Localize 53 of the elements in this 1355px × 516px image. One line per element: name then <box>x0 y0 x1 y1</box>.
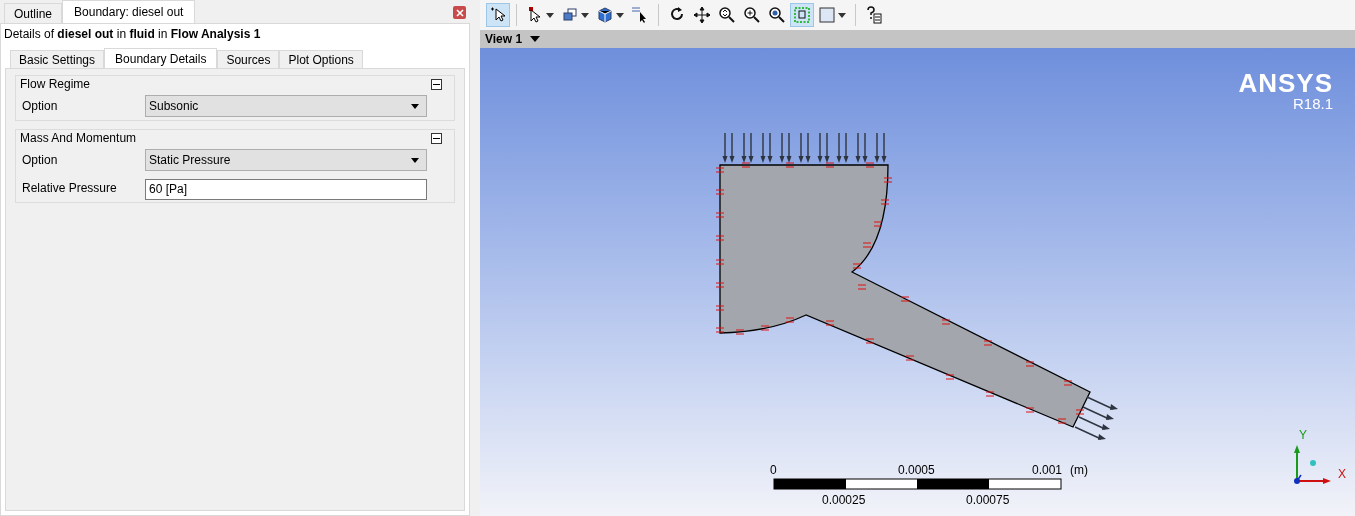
axis-triad-drawing <box>1294 445 1331 484</box>
collapse-button[interactable] <box>431 78 442 90</box>
caret-icon <box>838 12 846 18</box>
logo-text: ANSYS <box>1238 70 1333 96</box>
x-axis-label: X <box>1338 466 1346 483</box>
magnifier-icon <box>718 6 736 24</box>
scale-label: 0.00025 <box>822 492 866 509</box>
scale-label: 0.00075 <box>966 492 1010 509</box>
scale-label: 0.001 <box>1032 462 1063 479</box>
select-cursor-icon <box>489 6 507 24</box>
pressure-input-field[interactable]: 60 [Pa] <box>145 178 427 200</box>
field-label: Relative Pressure <box>22 180 118 197</box>
fit-frame-icon <box>793 6 811 24</box>
cube-icon <box>596 6 614 24</box>
scale-bar-segment <box>774 479 846 489</box>
version-label: R18.1 <box>1292 96 1333 111</box>
caret-icon <box>530 36 541 42</box>
caret-icon <box>546 12 554 18</box>
scale-label: 0 <box>770 462 777 479</box>
caret-icon <box>411 157 419 163</box>
option-dropdown[interactable]: Static Pressure <box>145 149 427 171</box>
view-title: View 1 <box>485 31 523 48</box>
caret-icon <box>581 12 589 18</box>
panel-tab[interactable]: Boundary: diesel out <box>62 0 196 23</box>
close-icon <box>455 8 464 17</box>
magnifier-icon <box>768 6 786 24</box>
magnifier-icon <box>743 6 761 24</box>
group-title: Flow Regime <box>20 76 91 93</box>
toolbar-button[interactable] <box>486 3 510 27</box>
caret-icon <box>616 12 624 18</box>
scale-label: 0.0005 <box>898 462 935 479</box>
field-label: Option <box>22 152 59 169</box>
details-tab[interactable]: Boundary Details <box>104 48 218 68</box>
square-icon <box>818 6 836 24</box>
outlet-arrows-drawing <box>1074 396 1118 440</box>
collapse-button[interactable] <box>431 132 442 144</box>
details-tab[interactable]: Basic Settings <box>10 50 105 68</box>
help-icon <box>865 6 883 24</box>
stacked-boxes-icon <box>561 6 579 24</box>
details-tab[interactable]: Plot Options <box>279 50 363 68</box>
scale-bar-segment <box>917 479 989 489</box>
close-button[interactable] <box>453 6 466 19</box>
group-title: Mass And Momentum <box>20 130 137 147</box>
details-tab[interactable]: Sources <box>217 50 280 68</box>
scale-unit: (m) <box>1070 462 1088 479</box>
probe-cursor-icon <box>631 6 649 24</box>
panel-tab[interactable]: Outline <box>4 3 63 23</box>
option-dropdown[interactable]: Subsonic <box>145 95 427 117</box>
caret-icon <box>411 103 419 109</box>
pan-icon <box>693 6 711 24</box>
y-axis-label: Y <box>1299 427 1307 444</box>
field-label: Option <box>22 98 59 115</box>
details-heading: Details of diesel out in fluid in Flow Analysis 1 <box>3 26 262 43</box>
